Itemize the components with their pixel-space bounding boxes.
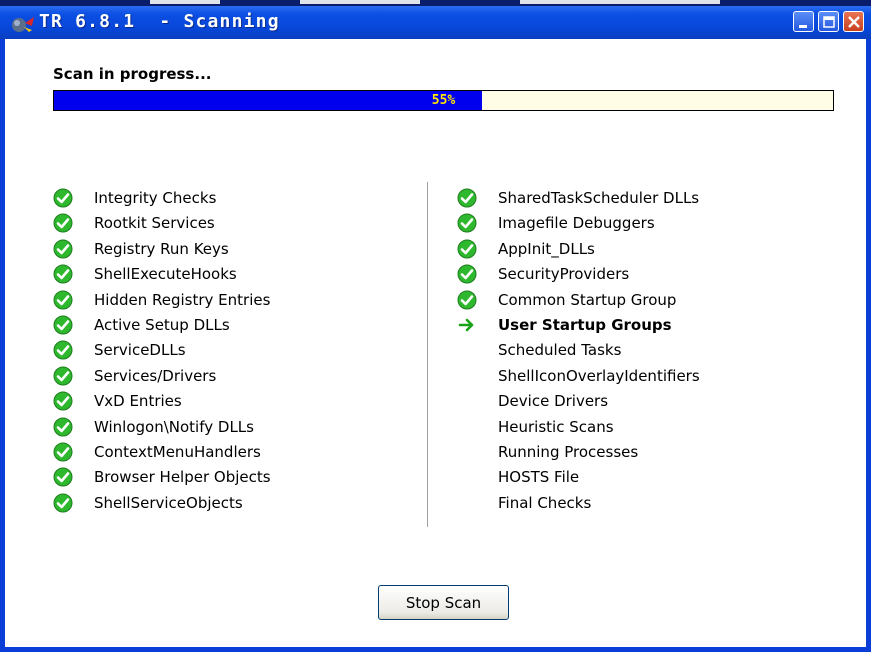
check-circle-icon [53, 493, 73, 513]
check-item-label: Integrity Checks [94, 189, 217, 207]
check-item-label: Imagefile Debuggers [498, 214, 655, 233]
maximize-button[interactable] [818, 11, 839, 32]
check-circle-icon [53, 417, 73, 437]
check-item-label: ShellExecuteHooks [94, 265, 237, 284]
check-item-label: Hidden Registry Entries [94, 290, 271, 309]
check-circle-icon [53, 188, 73, 208]
check-circle-icon [53, 366, 73, 386]
check-circle-icon [457, 264, 477, 284]
scan-status-text: Scan in progress... [53, 65, 212, 83]
check-item-label: ServiceDLLs [94, 341, 186, 360]
minimize-button[interactable] [793, 11, 814, 32]
check-item-label: ShellIconOverlayIdentifiers [498, 366, 700, 385]
check-circle-icon [457, 188, 477, 208]
close-button[interactable] [843, 11, 864, 32]
scan-window: TR 6.8.1 - Scanning Scan in progress... … [0, 6, 871, 652]
minimize-icon [799, 25, 807, 28]
check-item-label: Winlogon\Notify DLLs [94, 417, 254, 436]
check-item-label: Scheduled Tasks [498, 341, 622, 360]
progress-percent: 55% [431, 93, 456, 108]
stop-scan-button[interactable]: Stop Scan [378, 585, 509, 620]
check-item-label: Heuristic Scans [498, 417, 614, 436]
window-title: TR 6.8.1 - Scanning [39, 11, 280, 32]
check-item-label: SharedTaskScheduler DLLs [498, 189, 700, 207]
check-item-label: HOSTS File [498, 468, 580, 487]
check-item-label: User Startup Groups [498, 315, 672, 334]
check-circle-icon [53, 467, 73, 487]
check-item-label: Active Setup DLLs [94, 315, 230, 334]
scan-progress-bar: 55% [53, 90, 834, 111]
check-item-label: Registry Run Keys [94, 239, 229, 258]
column-divider [427, 182, 428, 527]
check-item-label: AppInit_DLLs [498, 239, 595, 258]
check-circle-icon [53, 442, 73, 462]
app-icon [12, 17, 34, 32]
check-circle-icon [53, 290, 73, 310]
title-bar[interactable]: TR 6.8.1 - Scanning [0, 6, 871, 39]
maximize-icon [823, 16, 835, 28]
check-circle-icon [457, 290, 477, 310]
check-circle-icon [457, 239, 477, 259]
check-item-label: SecurityProviders [498, 265, 630, 284]
check-circle-icon [53, 340, 73, 360]
check-item-label: Common Startup Group [498, 290, 677, 309]
check-circle-icon [53, 264, 73, 284]
check-circle-icon [53, 239, 73, 259]
check-circle-icon [53, 391, 73, 411]
check-item-label: Services/Drivers [94, 366, 217, 385]
arrow-right-icon [458, 318, 474, 332]
check-circle-icon [53, 213, 73, 233]
check-item-label: Final Checks [498, 493, 592, 512]
close-icon [848, 16, 860, 28]
client-area: Scan in progress... 55% Integrity Checks… [5, 39, 866, 647]
check-item-label: Running Processes [498, 442, 639, 461]
check-circle-icon [53, 315, 73, 335]
check-item-label: ShellServiceObjects [94, 493, 243, 512]
check-item-label: Rootkit Services [94, 214, 215, 233]
check-item-label: VxD Entries [94, 392, 182, 411]
check-item-label: Browser Helper Objects [94, 468, 271, 487]
check-circle-icon [457, 213, 477, 233]
check-item-label: Device Drivers [498, 392, 609, 411]
check-item-label: ContextMenuHandlers [94, 442, 261, 461]
